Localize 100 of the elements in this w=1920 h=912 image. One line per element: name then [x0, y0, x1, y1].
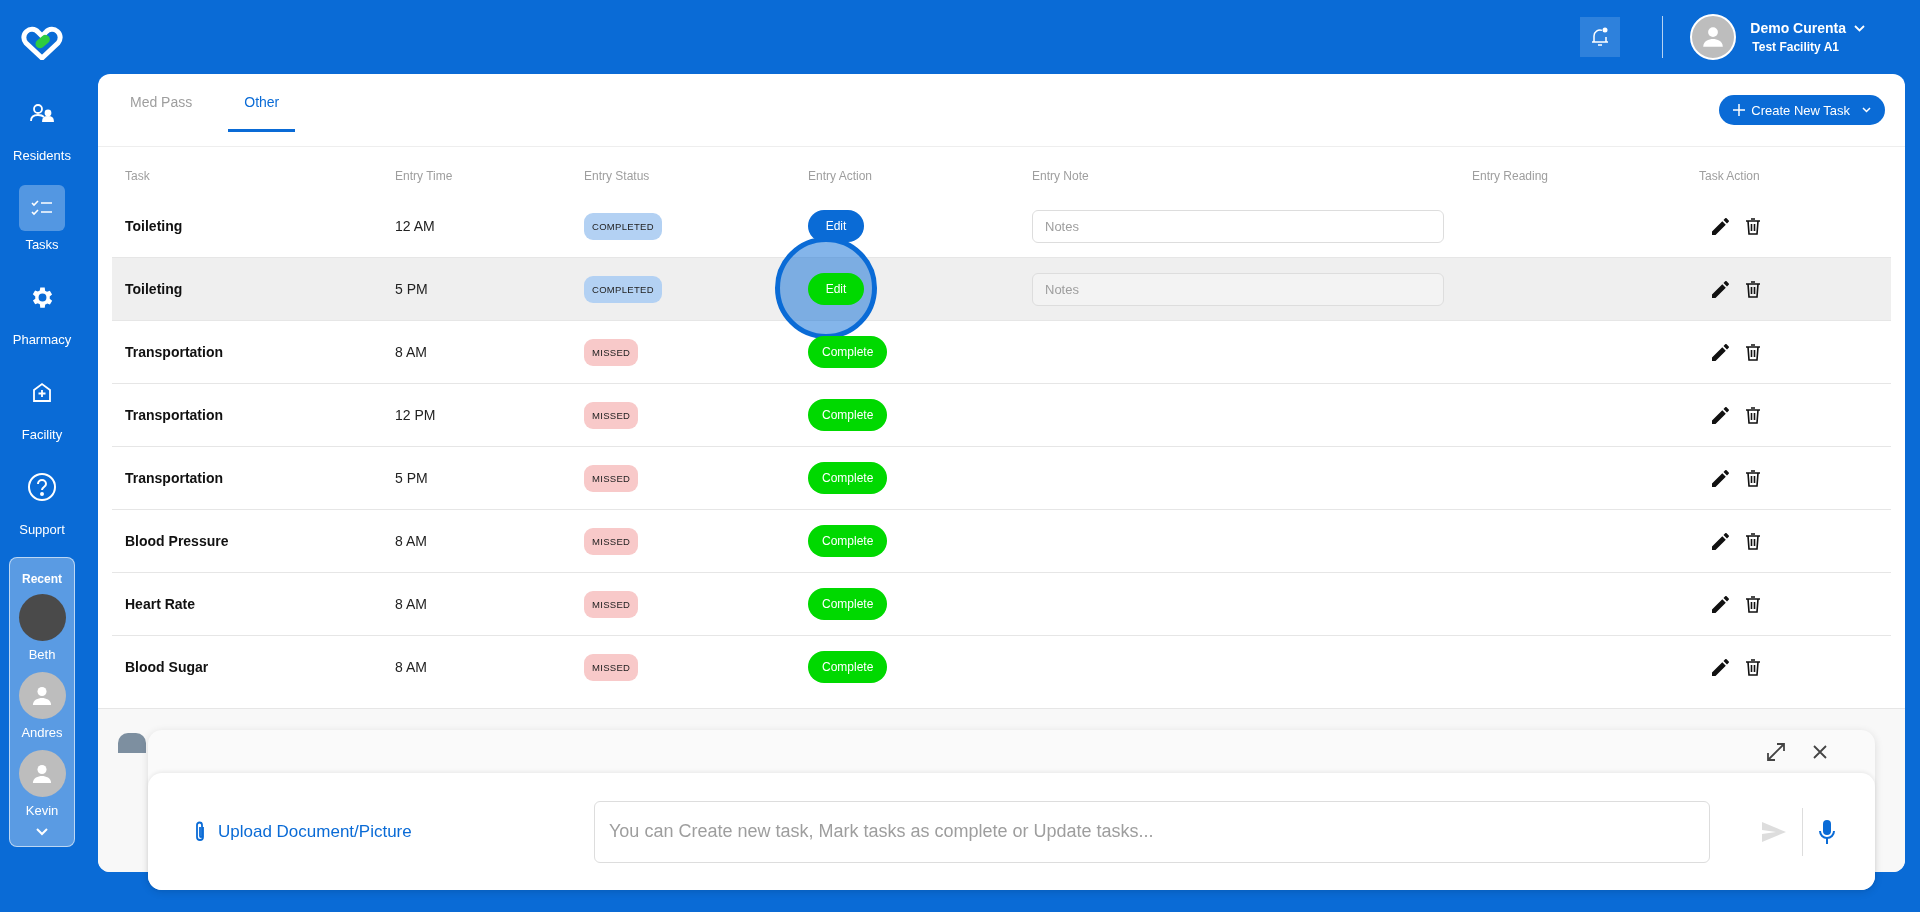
pencil-icon [1712, 469, 1729, 487]
message-field[interactable]: You can Create new task, Mark tasks as complete or Update tasks... [594, 800, 1710, 863]
task-name: Heart Rate [125, 596, 197, 612]
trash-icon [1746, 595, 1760, 613]
table-row[interactable]: Transportation 12 PM MISSED Complete [112, 384, 1891, 447]
recent-resident[interactable]: Kevin [18, 750, 66, 818]
delete-button[interactable] [1746, 343, 1760, 361]
status-badge: MISSED [584, 401, 639, 429]
notification-button[interactable] [1580, 17, 1621, 57]
table-row[interactable]: Toileting 12 AM COMPLETED Edit Notes [112, 195, 1891, 258]
checklist-icon [31, 199, 53, 217]
edit-button[interactable] [1712, 532, 1729, 550]
sidebar-item[interactable]: Support [19, 464, 65, 537]
edit-button[interactable] [1712, 469, 1729, 487]
table-row[interactable]: Toileting 5 PM COMPLETED Edit Notes [112, 258, 1891, 321]
table-row[interactable]: Transportation 8 AM MISSED Complete [112, 321, 1891, 384]
table-row[interactable]: Heart Rate 8 AM MISSED Complete [112, 573, 1891, 636]
microphone-icon [1819, 819, 1835, 844]
user-name[interactable]: Demo Curenta [1750, 20, 1846, 36]
pencil-icon [1712, 595, 1729, 613]
bell-icon [1590, 26, 1611, 48]
recent-resident[interactable]: Beth [18, 594, 66, 662]
edit-button[interactable] [1712, 595, 1729, 613]
pencil-icon [1712, 406, 1729, 424]
column-header: Entry Action [808, 169, 874, 183]
app-logo [20, 26, 64, 60]
delete-button[interactable] [1746, 280, 1760, 298]
chevron-down-icon[interactable] [36, 828, 48, 836]
photo-placeholder [18, 594, 66, 641]
entry-time: 8 AM [395, 596, 428, 612]
delete-button[interactable] [1746, 658, 1760, 676]
create-task-button[interactable]: Create New Task [1719, 95, 1885, 125]
column-header: Task [125, 169, 151, 183]
delete-button[interactable] [1746, 469, 1760, 487]
task-name: Transportation [125, 470, 224, 486]
microphone-button[interactable] [1819, 819, 1835, 844]
notes-field[interactable]: Notes [1032, 272, 1444, 306]
entry-time: 8 AM [395, 659, 428, 675]
table-row[interactable]: Blood Pressure 8 AM MISSED Complete [112, 510, 1891, 573]
help-icon [27, 472, 57, 502]
facility-name: Test Facility A1 [1751, 40, 1840, 54]
delete-button[interactable] [1746, 595, 1760, 613]
task-name: Transportation [125, 344, 224, 360]
edit-button[interactable] [1712, 217, 1729, 235]
trash-icon [1746, 217, 1760, 235]
delete-button[interactable] [1746, 217, 1760, 235]
column-header: Entry Status [584, 169, 651, 183]
status-badge: MISSED [584, 590, 639, 618]
recent-resident[interactable]: Andres [18, 672, 66, 740]
trash-icon [1746, 658, 1760, 676]
column-header: Task Action [1699, 169, 1761, 183]
avatar-icon [18, 672, 66, 719]
delete-button[interactable] [1746, 406, 1760, 424]
task-name: Blood Pressure [125, 533, 230, 549]
tab[interactable]: Other [228, 74, 296, 132]
pencil-icon [1712, 343, 1729, 361]
column-header: Entry Note [1032, 169, 1090, 183]
tab[interactable]: Med Pass [114, 74, 209, 132]
recent-title: Recent [22, 572, 62, 586]
column-header: Entry Time [395, 169, 454, 183]
delete-button[interactable] [1746, 532, 1760, 550]
upload-link[interactable]: Upload Document/Picture [194, 820, 594, 843]
status-badge: MISSED [584, 653, 639, 681]
table-row[interactable]: Transportation 5 PM MISSED Complete [112, 447, 1891, 510]
entry-time: 5 PM [395, 470, 429, 486]
edit-button[interactable] [1712, 658, 1729, 676]
paperclip-icon [194, 820, 206, 843]
trash-icon [1746, 343, 1760, 361]
expand-button[interactable] [1767, 742, 1785, 761]
column-header: Entry Reading [1472, 169, 1550, 183]
trash-icon [1746, 469, 1760, 487]
notes-field[interactable]: Notes [1032, 209, 1444, 243]
trash-icon [1746, 532, 1760, 550]
edit-button[interactable] [1712, 343, 1729, 361]
pencil-icon [1712, 658, 1729, 676]
trash-icon [1746, 280, 1760, 298]
entry-time: 8 AM [395, 533, 428, 549]
status-badge: MISSED [584, 338, 639, 366]
entry-time: 12 AM [395, 218, 436, 234]
chevron-down-icon[interactable] [1854, 24, 1865, 32]
residents-icon [30, 103, 54, 123]
close-button[interactable] [1813, 744, 1827, 759]
task-name: Toileting [125, 218, 184, 234]
entry-action-button[interactable]: Edit [808, 210, 864, 242]
table-row[interactable]: Blood Sugar 8 AM MISSED Complete [112, 636, 1891, 698]
sidebar-item[interactable]: Residents [13, 90, 71, 163]
status-badge: COMPLETED [584, 212, 662, 240]
expand-icon [1767, 742, 1785, 761]
house-plus-icon [31, 381, 53, 403]
chevron-down-icon [1862, 107, 1871, 113]
task-name: Transportation [125, 407, 224, 423]
edit-button[interactable] [1712, 406, 1729, 424]
trash-icon [1746, 406, 1760, 424]
send-icon [1762, 821, 1786, 842]
sidebar-item[interactable]: Facility [19, 369, 65, 442]
sidebar-item[interactable]: Pharmacy [12, 274, 72, 347]
edit-button[interactable] [1712, 280, 1729, 298]
task-name: Toileting [125, 281, 184, 297]
entry-time: 8 AM [395, 344, 428, 360]
avatar-icon[interactable] [1690, 14, 1737, 60]
